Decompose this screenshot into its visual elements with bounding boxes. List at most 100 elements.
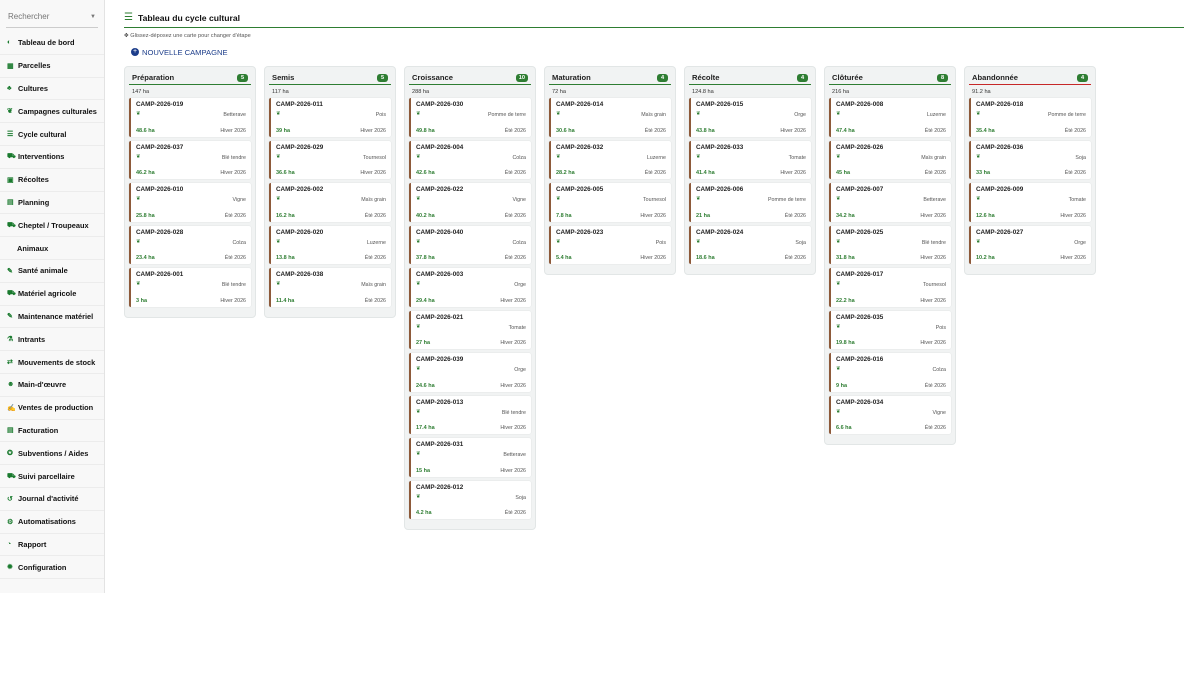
column-total-area: 91.2 ha: [972, 89, 991, 95]
campaign-card[interactable]: CAMP-2026-001 ❦ Blé tendre 3 ha Hiver 2026: [129, 268, 251, 307]
campaign-card[interactable]: CAMP-2026-010 ❦ Vigne 25.8 ha Été 2026: [129, 183, 251, 222]
campaign-card[interactable]: CAMP-2026-030 ❦ Pomme de terre 49.8 ha Été 2…: [409, 98, 531, 137]
campaign-season: Été 2026: [504, 510, 526, 516]
sidebar-item-planning[interactable]: ▤ Planning: [0, 192, 104, 215]
campaign-card[interactable]: CAMP-2026-005 ❦ Tournesol 7.8 ha Hiver 2026: [549, 183, 671, 222]
campaign-card[interactable]: CAMP-2026-025 ❦ Blé tendre 31.8 ha Hiver 202…: [829, 225, 951, 264]
campaign-card[interactable]: CAMP-2026-011 ❦ Pois 39 ha Hiver 2026: [269, 98, 391, 137]
sidebar-item-sante-animale[interactable]: ✎ Santé animale: [0, 260, 104, 283]
crop-name: Pois: [375, 112, 386, 118]
search-input[interactable]: [8, 12, 78, 21]
campaign-card[interactable]: CAMP-2026-024 ❦ Soja 18.6 ha Été 2026: [689, 225, 811, 264]
sidebar-item-label: Configuration: [18, 562, 67, 572]
campaign-card[interactable]: CAMP-2026-039 ❦ Orge 24.6 ha Hiver 2026: [409, 353, 531, 392]
sidebar-item-re-coltes[interactable]: ▣ Récoltes: [0, 169, 104, 192]
sidebar-item-ventes-de-production[interactable]: ✍ Ventes de production: [0, 397, 104, 420]
sidebar-item-label: Ventes de production: [18, 403, 94, 413]
sidebar-item-parcelles[interactable]: ▦ Parcelles: [0, 55, 104, 78]
sidebar-item-mate-riel-agricole[interactable]: ⛟ Matériel agricole: [0, 283, 104, 306]
campaign-card[interactable]: CAMP-2026-023 ❦ Pois 5.4 ha Hiver 2026: [549, 225, 671, 264]
campaign-card[interactable]: CAMP-2026-003 ❦ Orge 29.4 ha Hiver 2026: [409, 268, 531, 307]
sidebar-item-mouvements-de-stock[interactable]: ⇄ Mouvements de stock: [0, 351, 104, 374]
sidebar-item-facturation[interactable]: ▤ Facturation: [0, 420, 104, 443]
campaign-card[interactable]: CAMP-2026-035 ❦ Pois 19.8 ha Hiver 2026: [829, 310, 951, 349]
campaign-area: 10.2 ha: [976, 255, 995, 261]
campaign-area: 39 ha: [276, 127, 291, 134]
campaign-card[interactable]: CAMP-2026-037 ❦ Blé tendre 46.2 ha Hiver 202…: [129, 140, 251, 179]
column-title: Récolte: [692, 73, 720, 82]
sidebar-item-animaux[interactable]: Animaux: [0, 237, 104, 260]
crop-name: Tournesol: [643, 197, 666, 203]
sidebar-item-cycle-cultural[interactable]: ☰ Cycle cultural: [0, 123, 104, 146]
campaign-card[interactable]: CAMP-2026-026 ❦ Maïs grain 45 ha Été 2026: [829, 140, 951, 179]
campaign-card[interactable]: CAMP-2026-009 ❦ Tomate 12.6 ha Hiver 2026: [969, 183, 1091, 222]
campaign-card[interactable]: CAMP-2026-015 ❦ Orge 43.8 ha Hiver 2026: [689, 98, 811, 137]
campaign-card[interactable]: CAMP-2026-002 ❦ Maïs grain 16.2 ha Été 2026: [269, 183, 391, 222]
campaign-season: Été 2026: [924, 425, 946, 431]
column-header: Récolte 4: [689, 71, 811, 85]
sidebar-item-tableau-de-bord[interactable]: ◐ Tableau de bord: [0, 32, 104, 55]
campaign-card[interactable]: CAMP-2026-034 ❦ Vigne 6.6 ha Été 2026: [829, 395, 951, 434]
campaign-card[interactable]: CAMP-2026-016 ❦ Colza 9 ha Été 2026: [829, 353, 951, 392]
campaign-card[interactable]: CAMP-2026-008 ❦ Luzerne 47.4 ha Été 2026: [829, 98, 951, 137]
sidebar-item-configuration[interactable]: ✹ Configuration: [0, 556, 104, 580]
list-icon: ☰: [7, 131, 14, 139]
campaign-card[interactable]: CAMP-2026-007 ❦ Betterave 34.2 ha Hiver 2026: [829, 183, 951, 222]
count-badge: 4: [797, 73, 808, 82]
sidebar-item-interventions[interactable]: ⛟ Interventions: [0, 146, 104, 169]
sidebar-item-rapport[interactable]: ◔ Rapport: [0, 534, 104, 557]
campaign-card[interactable]: CAMP-2026-028 ❦ Colza 23.4 ha Été 2026: [129, 225, 251, 264]
campaign-card[interactable]: CAMP-2026-027 ❦ Orge 10.2 ha Hiver 2026: [969, 225, 1091, 264]
campaign-season: Hiver 2026: [220, 170, 246, 176]
sidebar-item-maintenance-mate-riel[interactable]: ✎ Maintenance matériel: [0, 306, 104, 329]
sidebar-item-campagnes-culturales[interactable]: ❦ Campagnes culturales: [0, 100, 104, 124]
campaign-name: CAMP-2026-012: [416, 483, 464, 491]
crop-name: Colza: [512, 154, 526, 161]
kanban-column: Semis 5 117 ha CAMP-2026-011 ❦ Pois 39 ha Hiver…: [264, 66, 396, 318]
sidebar-item-label: Automatisations: [18, 517, 76, 527]
sidebar-item-label: Cultures: [18, 83, 48, 93]
campaign-card[interactable]: CAMP-2026-013 ❦ Blé tendre 17.4 ha Hiver 202…: [409, 395, 531, 434]
sidebar-item-cultures[interactable]: ♣ Cultures: [0, 78, 104, 101]
campaign-season: Hiver 2026: [500, 297, 526, 304]
campaign-card[interactable]: CAMP-2026-006 ❦ Pomme de terre 21 ha Été 202…: [689, 183, 811, 222]
campaign-card[interactable]: CAMP-2026-036 ❦ Soja 33 ha Été 2026: [969, 140, 1091, 179]
search-box[interactable]: ▼: [6, 6, 98, 28]
campaign-card[interactable]: CAMP-2026-012 ❦ Soja 4.2 ha Été 2026: [409, 480, 531, 519]
campaign-card[interactable]: CAMP-2026-020 ❦ Luzerne 13.8 ha Été 2026: [269, 225, 391, 264]
sidebar-item-subventions-aides[interactable]: ✪ Subventions / Aides: [0, 442, 104, 466]
campaign-name: CAMP-2026-017: [836, 271, 884, 278]
campaign-area: 3 ha: [136, 297, 148, 304]
crop-name: Colza: [512, 239, 526, 246]
sidebar-item-label: Planning: [18, 197, 50, 207]
sidebar-item-suivi-parcellaire[interactable]: ⛟ Suivi parcellaire: [0, 465, 104, 488]
sidebar-item-main-d-uvre[interactable]: ☻ Main-d'œuvre: [0, 374, 104, 397]
campaign-card[interactable]: CAMP-2026-004 ❦ Colza 42.6 ha Été 2026: [409, 140, 531, 179]
campaign-area: 40.2 ha: [416, 212, 435, 219]
campaign-area: 35.4 ha: [976, 127, 995, 134]
campaign-card[interactable]: CAMP-2026-032 ❦ Luzerne 28.2 ha Été 2026: [549, 140, 671, 179]
campaign-card[interactable]: CAMP-2026-021 ❦ Tomate 27 ha Hiver 2026: [409, 310, 531, 349]
campaign-card[interactable]: CAMP-2026-029 ❦ Tournesol 36.6 ha Hiver 2026: [269, 140, 391, 179]
campaign-card[interactable]: CAMP-2026-031 ❦ Betterave 15 ha Hiver 2026: [409, 438, 531, 477]
campaign-card[interactable]: CAMP-2026-017 ❦ Tournesol 22.2 ha Hiver 2026: [829, 268, 951, 307]
campaign-season: Hiver 2026: [360, 170, 386, 176]
campaign-card[interactable]: CAMP-2026-014 ❦ Maïs grain 30.6 ha Été 2026: [549, 98, 671, 137]
robot-icon: ⚙: [7, 518, 14, 526]
campaign-card[interactable]: CAMP-2026-018 ❦ Pomme de terre 35.4 ha Été 2…: [969, 98, 1091, 137]
new-campaign-button[interactable]: + NOUVELLE CAMPAGNE: [131, 46, 228, 58]
campaign-card[interactable]: CAMP-2026-040 ❦ Colza 37.8 ha Été 2026: [409, 225, 531, 264]
campaign-area: 13.8 ha: [276, 255, 295, 261]
sidebar-item-label: Cycle cultural: [18, 129, 67, 139]
sidebar-item-automatisations[interactable]: ⚙ Automatisations: [0, 511, 104, 534]
sidebar-item-cheptel-troupeaux[interactable]: ⛟ Cheptel / Troupeaux: [0, 214, 104, 238]
campaign-card[interactable]: CAMP-2026-033 ❦ Tomate 41.4 ha Hiver 2026: [689, 140, 811, 179]
chevron-down-icon[interactable]: ▼: [90, 14, 96, 20]
campaign-card[interactable]: CAMP-2026-038 ❦ Maïs grain 11.4 ha Été 2026: [269, 268, 391, 307]
sidebar-item-intrants[interactable]: ⚗ Intrants: [0, 328, 104, 352]
crop-name: Soja: [515, 494, 526, 501]
hamburger-menu-icon[interactable]: ☰: [124, 12, 133, 23]
campaign-card[interactable]: CAMP-2026-019 ❦ Betterave 48.6 ha Hiver 2026: [129, 98, 251, 137]
campaign-card[interactable]: CAMP-2026-022 ❦ Vigne 40.2 ha Été 2026: [409, 183, 531, 222]
sidebar-item-journal-d-activite[interactable]: ↺ Journal d'activité: [0, 488, 104, 511]
